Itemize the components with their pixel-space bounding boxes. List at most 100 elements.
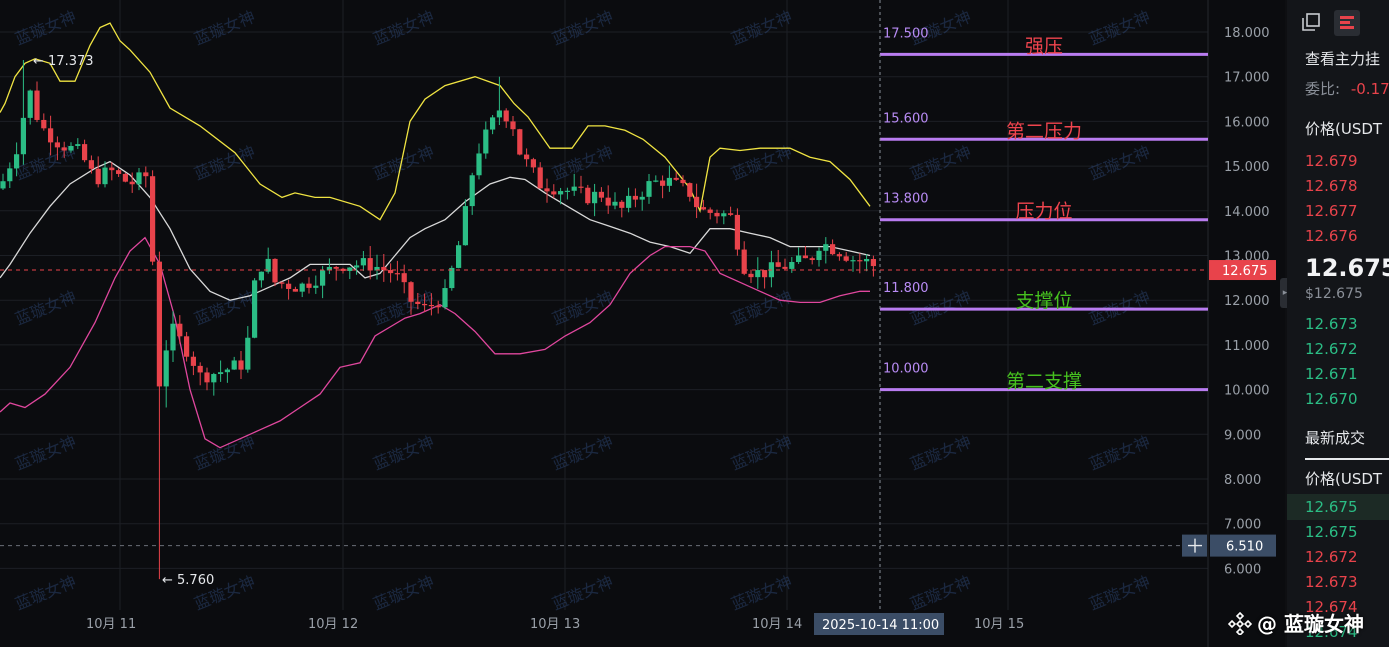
candle-body [870,259,876,267]
candle-body [299,283,305,292]
candle-body [714,212,720,217]
candle-body [286,283,292,289]
y-tick-label: 18.000 [1224,26,1270,41]
ask-price[interactable]: 12.676 [1305,227,1358,245]
candle-body [61,147,67,151]
y-tick-label: 16.000 [1224,115,1270,130]
candle-body [48,128,54,143]
window-popout-icon[interactable] [1297,10,1323,36]
candle-body [190,356,196,366]
candle-body [605,197,611,206]
candle-down [734,208,740,256]
candle-body [136,172,142,185]
chart-canvas[interactable]: 蓝璇女神 蓝璇女神 蓝璇女神 蓝璇女神 蓝璇女神 蓝璇女神 蓝璇女神蓝璇女神 蓝璇女神 蓝璇女神… [0,0,1285,647]
y-tick-label: 9.000 [1224,428,1261,443]
candle-body [306,283,312,288]
y-tick-label: 17.000 [1224,71,1270,86]
trade-price: 12.675 [1305,498,1358,516]
candle-body [449,267,455,289]
candle-body [224,369,230,373]
orderbook-panel: 查看主力挂 委比: -0.17 价格(USDT 12.679 12.678 12… [1287,0,1389,647]
candle-down [585,184,591,206]
price-column-header: 价格(USDT [1305,120,1383,138]
candle-body [578,186,584,188]
candle-body [843,256,849,261]
candle-body [564,190,570,192]
level-name: 支撑位 [1015,290,1072,312]
level-price-label: 15.600 [883,111,929,126]
candle-body [666,177,672,186]
level-price-label: 17.500 [883,26,929,41]
ask-price[interactable]: 12.678 [1305,177,1358,195]
candle-body [476,153,482,176]
bid-price[interactable]: 12.672 [1305,340,1358,358]
candle-body [823,244,829,251]
candle-body [415,301,421,304]
candle-body [34,90,40,120]
candle-body [728,213,734,215]
candle-body [333,266,339,269]
candle-body [619,201,625,208]
candle-body [469,175,475,207]
candle-down [122,172,128,183]
main-orders-title[interactable]: 查看主力挂 [1305,48,1380,69]
x-tick-label: 10月 14 [752,617,802,632]
candle-body [462,206,468,246]
candle-body [734,214,740,250]
price-chart[interactable]: 蓝璇女神 蓝璇女神 蓝璇女神 蓝璇女神 蓝璇女神 蓝璇女神 蓝璇女神 蓝璇女神 蓝璇女神 蓝璇女神… [0,0,1285,647]
orderbook-layout-icon[interactable] [1334,10,1360,36]
candle-body [660,180,666,186]
candle-body [150,176,156,262]
candle-body [279,282,285,284]
candle-body [816,250,822,261]
candle-body [245,337,251,370]
candle-body [510,121,516,130]
x-tick-label: 10月 12 [308,617,358,632]
candle-body [544,188,550,192]
candle-body [122,173,128,182]
trades-price-header: 价格(USDT [1305,470,1383,488]
level-name: 强压 [1025,35,1063,57]
candle-body [639,196,645,200]
price-annotation: ← 5.760 [162,573,214,588]
candle-body [367,258,373,271]
candle-body [836,254,842,257]
y-tick-label: 15.000 [1224,160,1270,175]
candle-body [755,270,761,278]
candle-body [592,191,598,204]
candle-body [143,172,149,177]
candle-body [503,110,509,122]
candle-body [163,350,169,387]
candle-body [82,144,88,161]
price-annotation: ← 17.373 [33,54,94,69]
level-price-label: 11.800 [883,281,929,296]
candle-up [449,265,455,291]
candle-body [456,245,462,268]
candle-body [687,183,693,197]
order-ratio-label: 委比: [1305,80,1341,98]
candle-body [530,159,536,168]
candle-body [218,372,224,375]
candle-body [258,271,264,281]
bid-price[interactable]: 12.671 [1305,365,1358,383]
candle-body [320,270,326,286]
candle-body [394,273,400,275]
recent-trades-tab[interactable]: 最新成交 [1305,427,1365,448]
bid-price[interactable]: 12.673 [1305,315,1358,333]
candle-body [496,110,502,118]
ask-price[interactable]: 12.679 [1305,152,1358,170]
candle-body [782,266,788,269]
candle-body [27,90,33,118]
candle-body [435,305,441,308]
trade-price: 12.672 [1305,548,1358,566]
candle-down [150,170,156,266]
y-tick-label: 7.000 [1224,518,1261,533]
y-tick-label: 11.000 [1224,339,1270,354]
candle-body [88,160,94,169]
ask-price[interactable]: 12.677 [1305,202,1358,220]
candle-body [864,259,870,262]
candle-body [694,196,700,208]
crosshair-plus-button[interactable] [1182,534,1207,557]
bid-price[interactable]: 12.670 [1305,390,1358,408]
candle-body [428,304,434,307]
